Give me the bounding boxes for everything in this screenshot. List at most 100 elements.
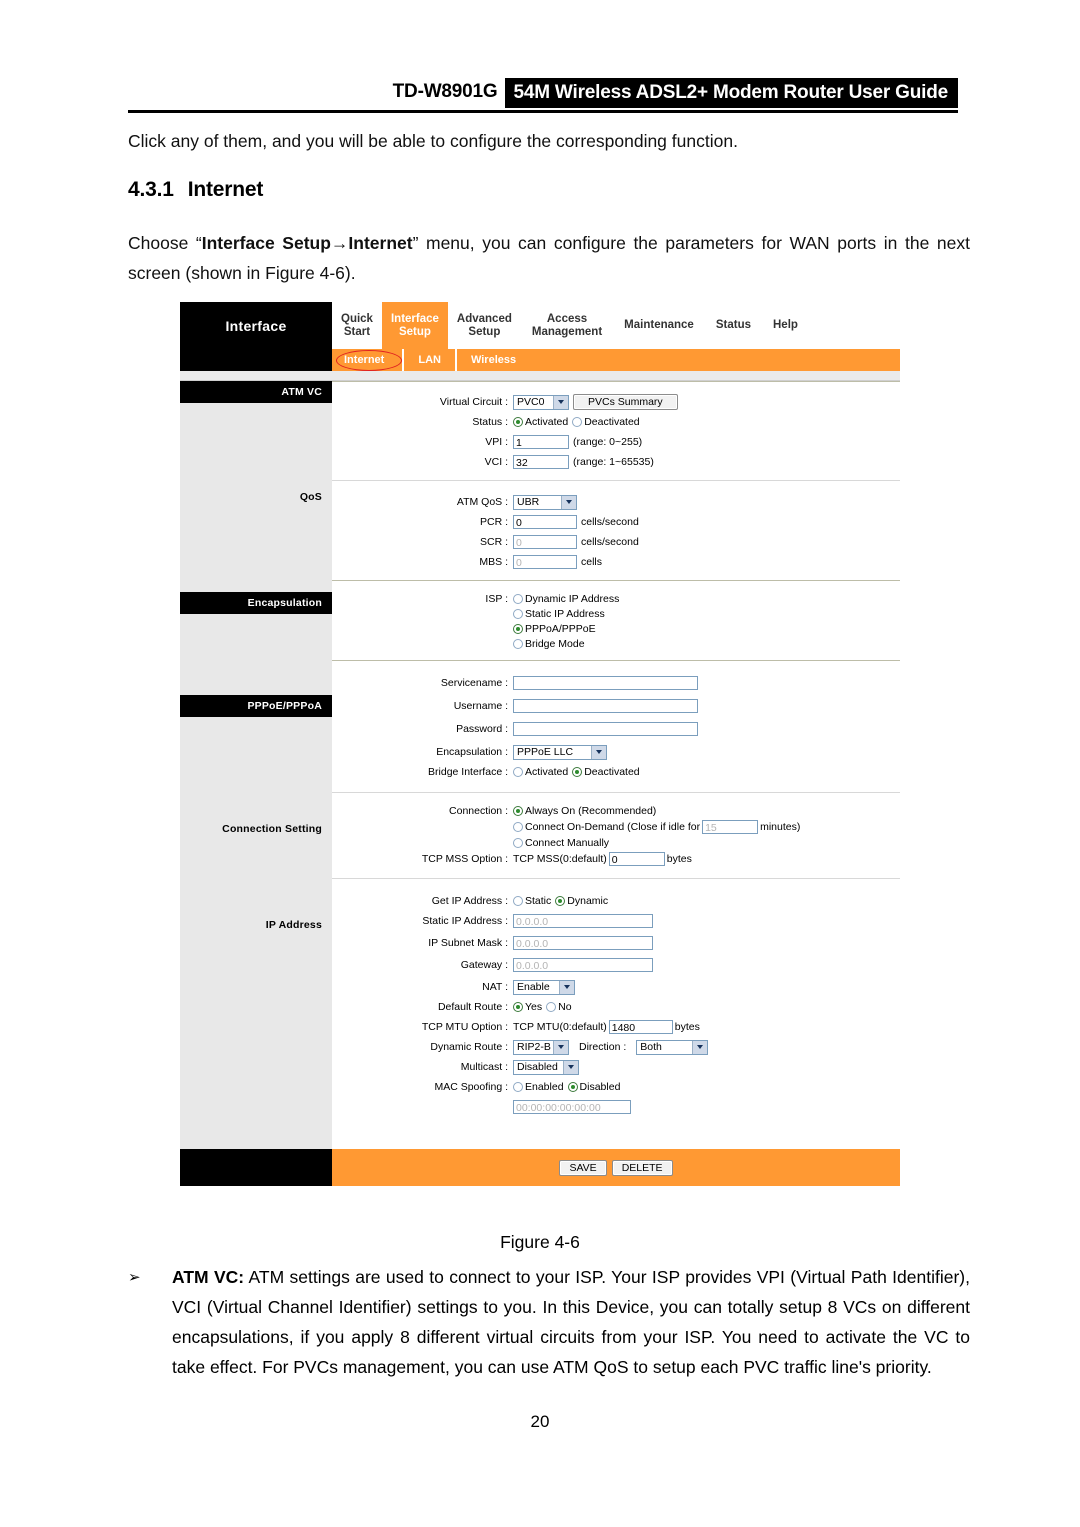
radio-label: Static IP Address — [525, 608, 605, 620]
input-vci[interactable]: 32 — [513, 455, 569, 469]
input-username[interactable] — [513, 699, 698, 713]
router-footer: SAVE DELETE — [180, 1149, 900, 1186]
select-dynamic-route[interactable]: RIP2-B — [513, 1039, 569, 1055]
radio-label: Static — [525, 895, 552, 907]
radio-dot-icon — [513, 767, 523, 777]
sidebar-gap — [180, 717, 332, 818]
label-direction: Direction : — [579, 1041, 627, 1053]
radio-connection-manual[interactable]: Connect Manually — [513, 837, 800, 849]
hint-vci-range: (range: 1~65535) — [573, 456, 654, 468]
field-dynamic-route: Dynamic Route : RIP2-B Direction : Both — [332, 1037, 900, 1057]
radio-dot-icon — [513, 417, 523, 427]
select-value: UBR — [517, 496, 540, 508]
radio-label: Deactivated — [584, 766, 640, 778]
label-username: Username : — [453, 700, 508, 712]
field-nat: NAT : Enable — [332, 977, 900, 997]
tab-maintenance[interactable]: Maintenance — [613, 302, 705, 349]
radio-mac-spoofing-disabled[interactable]: Disabled — [567, 1081, 620, 1093]
radio-label: Always On (Recommended) — [525, 805, 657, 817]
tab-quick-start[interactable]: Quick Start — [332, 302, 382, 349]
label-subnet-mask: IP Subnet Mask : — [428, 937, 508, 949]
document-title: 54M Wireless ADSL2+ Modem Router User Gu… — [505, 78, 958, 108]
pvcs-summary-button[interactable]: PVCs Summary — [573, 394, 678, 410]
radio-bridge-deactivated[interactable]: Deactivated — [572, 766, 640, 778]
subtab-wireless[interactable]: Wireless — [454, 349, 530, 371]
radio-get-ip-static[interactable]: Static — [513, 895, 551, 907]
input-vpi[interactable]: 1 — [513, 435, 569, 449]
select-atm-qos[interactable]: UBR — [513, 494, 577, 510]
save-button[interactable]: SAVE — [559, 1159, 607, 1176]
radio-isp-pppoa-pppoe[interactable]: PPPoA/PPPoE — [513, 623, 619, 635]
radio-get-ip-dynamic[interactable]: Dynamic — [555, 895, 608, 907]
radio-connection-always-on[interactable]: Always On (Recommended) — [513, 805, 800, 817]
input-servicename[interactable] — [513, 676, 698, 690]
tab-help[interactable]: Help — [762, 302, 809, 349]
input-mbs[interactable]: 0 — [513, 555, 577, 569]
select-encapsulation-type[interactable]: PPPoE LLC — [513, 744, 607, 760]
field-scr: SCR : 0 cells/second — [332, 532, 900, 552]
input-tcp-mtu[interactable]: 1480 — [608, 1020, 673, 1034]
tab-status[interactable]: Status — [705, 302, 762, 349]
field-get-ip-address: Get IP Address : Static Dynamic — [332, 891, 900, 911]
input-mac-address[interactable]: 00:00:00:00:00:00 — [513, 1100, 631, 1114]
label-atm-qos: ATM QoS : — [456, 496, 508, 508]
select-nat[interactable]: Enable — [513, 979, 575, 995]
radio-connection-on-demand[interactable]: Connect On-Demand (Close if idle for 15 … — [513, 820, 800, 834]
tab-label-line2: Start — [343, 325, 371, 338]
input-gateway[interactable]: 0.0.0.0 — [513, 958, 653, 972]
label-gateway: Gateway : — [460, 959, 508, 971]
label-nat: NAT : — [482, 981, 508, 993]
router-main-nav: Interface Quick Start Interface Setup Ad… — [180, 302, 900, 349]
router-sub-nav: Internet LAN Wireless — [180, 349, 900, 371]
input-static-ip[interactable]: 0.0.0.0 — [513, 914, 653, 928]
delete-button[interactable]: DELETE — [611, 1159, 673, 1176]
input-idle-timeout[interactable]: 15 — [702, 820, 759, 834]
radio-isp-static-ip[interactable]: Static IP Address — [513, 608, 619, 620]
radio-label: PPPoA/PPPoE — [525, 623, 596, 635]
subtab-label: LAN — [418, 354, 441, 366]
input-pcr[interactable]: 0 — [513, 515, 577, 529]
radio-default-route-yes[interactable]: Yes — [513, 1001, 542, 1013]
tab-label-line1: Help — [773, 319, 798, 331]
field-encapsulation-type: Encapsulation : PPPoE LLC — [332, 742, 900, 762]
sidebar-gap — [180, 614, 332, 695]
radio-mac-spoofing-enabled[interactable]: Enabled — [513, 1081, 564, 1093]
tab-interface-setup[interactable]: Interface Setup — [381, 302, 448, 349]
label-tcp-mtu: TCP MTU Option : — [421, 1021, 508, 1033]
subtab-lan[interactable]: LAN — [402, 349, 455, 371]
radio-isp-bridge-mode[interactable]: Bridge Mode — [513, 638, 619, 650]
radio-dot-icon — [513, 639, 523, 649]
label-isp: ISP : — [485, 593, 508, 605]
radio-label: Dynamic — [567, 895, 609, 907]
tab-advanced-setup[interactable]: Advanced Setup — [448, 302, 521, 349]
input-password[interactable] — [513, 722, 698, 736]
field-username: Username : — [332, 696, 900, 716]
tab-access-management[interactable]: Access Management — [521, 302, 613, 349]
input-subnet-mask[interactable]: 0.0.0.0 — [513, 936, 653, 950]
main-tab-list: Quick Start Interface Setup Advanced Set… — [332, 302, 900, 349]
field-atm-qos: ATM QoS : UBR — [332, 492, 900, 512]
radio-status-activated[interactable]: Activated — [513, 416, 568, 428]
radio-status-deactivated[interactable]: Deactivated — [572, 416, 640, 428]
subtab-internet[interactable]: Internet — [332, 349, 402, 371]
field-bridge-interface: Bridge Interface : Activated Deactivated — [332, 762, 900, 782]
select-virtual-circuit[interactable]: PVC0 — [513, 394, 569, 410]
field-multicast: Multicast : Disabled — [332, 1057, 900, 1077]
radio-default-route-no[interactable]: No — [546, 1001, 572, 1013]
label-servicename: Servicename : — [440, 677, 508, 689]
select-direction[interactable]: Both — [636, 1039, 709, 1055]
radio-label: Activated — [525, 416, 569, 428]
radio-dot-icon — [546, 1002, 557, 1012]
input-tcp-mss[interactable]: 0 — [608, 852, 665, 866]
radio-bridge-activated[interactable]: Activated — [513, 766, 568, 778]
field-vpi: VPI : 1 (range: 0~255) — [332, 432, 900, 452]
label-encapsulation-type: Encapsulation : — [436, 746, 508, 758]
input-scr[interactable]: 0 — [513, 535, 577, 549]
bullet-term: ATM VC: — [172, 1267, 245, 1287]
footer-spacer — [180, 1149, 332, 1186]
select-multicast[interactable]: Disabled — [513, 1059, 579, 1075]
radio-label: Deactivated — [584, 416, 640, 428]
label-virtual-circuit: Virtual Circuit : — [439, 396, 508, 408]
radio-isp-dynamic-ip[interactable]: Dynamic IP Address — [513, 593, 619, 605]
chevron-down-icon — [553, 395, 568, 409]
